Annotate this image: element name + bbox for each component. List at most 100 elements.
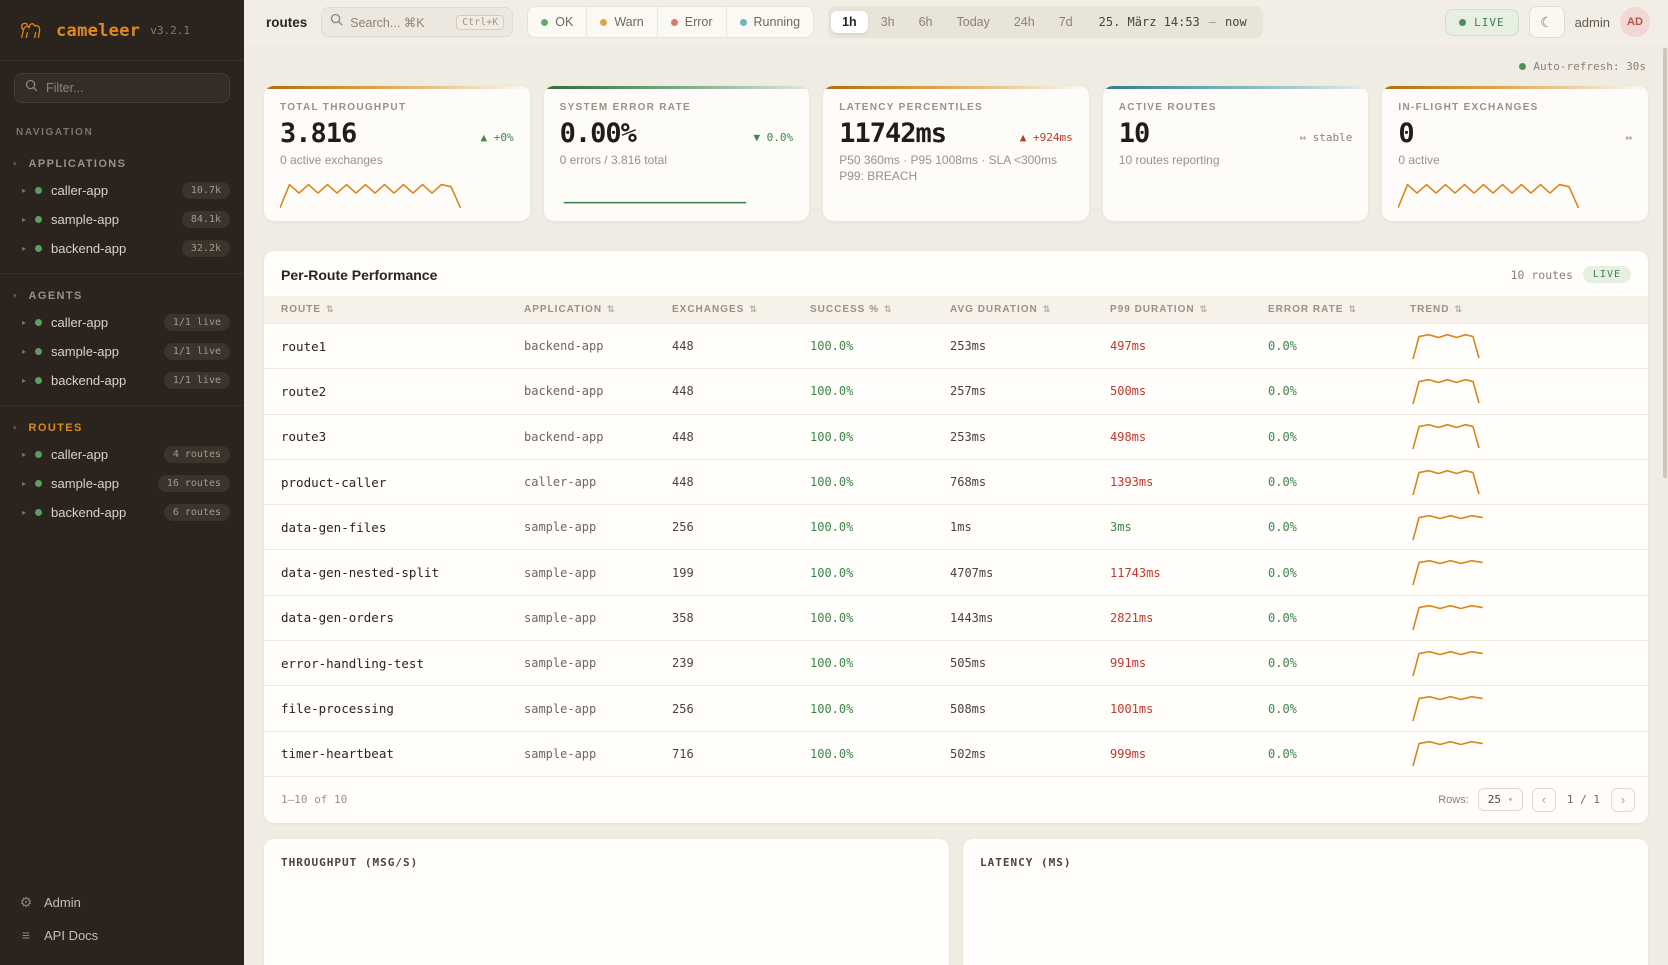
route-exchanges: 448 [672, 430, 810, 444]
chevron-right-icon: ▸ [22, 376, 26, 385]
route-trend-sparkline [1410, 330, 1648, 363]
chart-title: LATENCY (MS) [980, 856, 1631, 869]
range-button-today[interactable]: Today [946, 11, 1001, 33]
route-avg-duration: 253ms [950, 430, 1110, 444]
route-app: backend-app [524, 339, 672, 353]
sidebar-item-agents-backend-app[interactable]: ▸ backend-app 1/1 live [0, 366, 244, 395]
route-exchanges: 448 [672, 339, 810, 353]
scrollbar[interactable] [1663, 48, 1667, 478]
table-row[interactable]: route2 backend-app 448 100.0% 257ms 500m… [264, 368, 1648, 413]
route-avg-duration: 508ms [950, 702, 1110, 716]
column-header-success[interactable]: SUCCESS %⇅ [810, 304, 950, 315]
route-exchanges: 448 [672, 384, 810, 398]
column-header-p99-duration[interactable]: P99 DURATION⇅ [1110, 304, 1268, 315]
column-header-exchanges[interactable]: EXCHANGES⇅ [672, 304, 810, 315]
sidebar-item-agents-sample-app[interactable]: ▸ sample-app 1/1 live [0, 337, 244, 366]
sidebar-item-applications-backend-app[interactable]: ▸ backend-app 32.2k [0, 234, 244, 263]
filter-chip-warn[interactable]: Warn [586, 7, 656, 37]
table-header-row: ROUTE⇅ APPLICATION⇅ EXCHANGES⇅ SUCCESS %… [264, 296, 1648, 323]
route-app: backend-app [524, 430, 672, 444]
search-placeholder: Search... ⌘K [350, 15, 424, 30]
kpi-subtitle: P50 360ms · P95 1008ms · SLA <300ms [839, 153, 1073, 167]
range-button-1h[interactable]: 1h [831, 11, 868, 33]
section-header-agents[interactable]: ▾ AGENTS [0, 282, 244, 308]
sort-icon: ⇅ [607, 304, 616, 315]
route-success: 100.0% [810, 520, 950, 534]
table-row[interactable]: data-gen-orders sample-app 358 100.0% 14… [264, 595, 1648, 640]
range-button-6h[interactable]: 6h [908, 11, 944, 33]
sidebar-item-routes-backend-app[interactable]: ▸ backend-app 6 routes [0, 498, 244, 527]
section-header-routes[interactable]: ▾ ROUTES [0, 414, 244, 440]
kpi-accent-bar [1103, 86, 1369, 89]
table-row[interactable]: timer-heartbeat sample-app 716 100.0% 50… [264, 731, 1648, 776]
sidebar-item-applications-sample-app[interactable]: ▸ sample-app 84.1k [0, 205, 244, 234]
filter-chip-error[interactable]: Error [657, 7, 726, 37]
search-input[interactable]: Search... ⌘K Ctrl+K [321, 7, 513, 37]
table-row[interactable]: error-handling-test sample-app 239 100.0… [264, 640, 1648, 685]
route-exchanges: 199 [672, 566, 810, 580]
rows-per-page-select[interactable]: 25 ▾ [1478, 788, 1523, 811]
latency-chart-card: LATENCY (MS) [963, 839, 1648, 965]
range-button-3h[interactable]: 3h [870, 11, 906, 33]
sidebar-item-api-docs[interactable]: ≡ API Docs [18, 927, 226, 943]
route-app: sample-app [524, 611, 672, 625]
table-row[interactable]: data-gen-nested-split sample-app 199 100… [264, 549, 1648, 594]
route-name: data-gen-nested-split [281, 565, 524, 580]
date-range[interactable]: 25. März 14:53 — now [1086, 15, 1260, 29]
sidebar-item-routes-sample-app[interactable]: ▸ sample-app 16 routes [0, 469, 244, 498]
section-agents: ▾ AGENTS ▸ caller-app 1/1 live ▸ sample-… [0, 273, 244, 405]
range-button-24h[interactable]: 24h [1003, 11, 1046, 33]
column-header-application[interactable]: APPLICATION⇅ [524, 304, 672, 315]
table-row[interactable]: data-gen-files sample-app 256 100.0% 1ms… [264, 504, 1648, 549]
status-dot [35, 348, 42, 355]
section-applications: ▾ APPLICATIONS ▸ caller-app 10.7k ▸ samp… [0, 142, 244, 273]
table-row[interactable]: route1 backend-app 448 100.0% 253ms 497m… [264, 323, 1648, 368]
sidebar-item-admin[interactable]: ⚙ Admin [18, 894, 226, 911]
route-name: data-gen-orders [281, 610, 524, 625]
column-header-avg-duration[interactable]: AVG DURATION⇅ [950, 304, 1110, 315]
sidebar-item-applications-caller-app[interactable]: ▸ caller-app 10.7k [0, 176, 244, 205]
route-avg-duration: 4707ms [950, 566, 1110, 580]
sort-icon: ⇅ [1200, 304, 1209, 315]
route-error-rate: 0.0% [1268, 656, 1410, 670]
prev-page-button[interactable]: ‹ [1532, 788, 1556, 812]
filter-chip-ok[interactable]: OK [528, 7, 586, 37]
moon-icon: ☾ [1540, 14, 1553, 31]
status-dot [35, 187, 42, 194]
kpi-active-routes: ACTIVE ROUTES 10 ⇔ stable 10 routes repo… [1103, 86, 1369, 221]
kpi-subtitle-2: P99: BREACH [839, 169, 1073, 183]
status-dot [35, 245, 42, 252]
route-avg-duration: 505ms [950, 656, 1110, 670]
breadcrumb: routes [266, 15, 307, 30]
route-avg-duration: 502ms [950, 747, 1110, 761]
route-error-rate: 0.0% [1268, 475, 1410, 489]
column-header-error-rate[interactable]: ERROR RATE⇅ [1268, 304, 1410, 315]
table-row[interactable]: file-processing sample-app 256 100.0% 50… [264, 685, 1648, 730]
route-success: 100.0% [810, 702, 950, 716]
route-error-rate: 0.0% [1268, 384, 1410, 398]
kpi-value: 0 [1398, 120, 1413, 147]
routes-count-badge: 6 routes [164, 504, 230, 521]
table-row[interactable]: route3 backend-app 448 100.0% 253ms 498m… [264, 414, 1648, 459]
theme-toggle-button[interactable]: ☾ [1529, 6, 1565, 38]
kpi-row: TOTAL THROUGHPUT 3.816 ▲ +0% 0 active ex… [264, 86, 1648, 221]
section-header-applications[interactable]: ▾ APPLICATIONS [0, 150, 244, 176]
table-row[interactable]: product-caller caller-app 448 100.0% 768… [264, 459, 1648, 504]
status-filter-group: OK Warn Error Running [527, 6, 814, 38]
next-page-button[interactable]: › [1611, 788, 1635, 812]
column-header-trend[interactable]: TREND⇅ [1410, 304, 1648, 315]
filter-chip-running[interactable]: Running [726, 7, 814, 37]
route-p99-duration: 2821ms [1110, 611, 1268, 625]
range-button-7d[interactable]: 7d [1048, 11, 1084, 33]
live-badge: 1/1 live [164, 343, 230, 360]
sidebar-filter[interactable] [14, 73, 230, 103]
docs-icon: ≡ [18, 927, 34, 943]
filter-input[interactable] [46, 81, 219, 95]
column-header-route[interactable]: ROUTE⇅ [281, 304, 524, 315]
avatar[interactable]: AD [1620, 7, 1650, 37]
status-dot [35, 377, 42, 384]
live-status-badge[interactable]: LIVE [1445, 9, 1519, 36]
sidebar-item-routes-caller-app[interactable]: ▸ caller-app 4 routes [0, 440, 244, 469]
logo[interactable]: cameleer v3.2.1 [0, 0, 244, 61]
sidebar-item-agents-caller-app[interactable]: ▸ caller-app 1/1 live [0, 308, 244, 337]
